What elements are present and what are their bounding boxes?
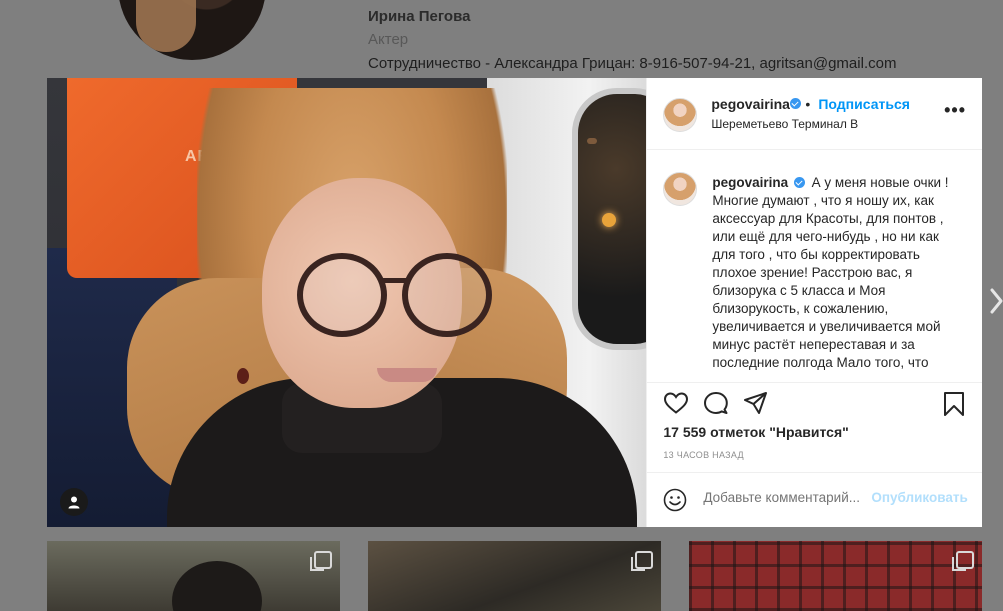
post-header: pegovairina • Подписаться Шереметьево Те…: [647, 78, 982, 150]
post-photo[interactable]: AE: [47, 78, 647, 527]
verified-badge-icon: [790, 98, 802, 109]
user-tag-icon: [68, 496, 80, 509]
author-username[interactable]: pegovairina: [711, 96, 790, 112]
caption-verified-badge-icon: [793, 177, 805, 188]
emoji-icon[interactable]: [663, 488, 687, 512]
multi-photo-icon: [952, 551, 974, 571]
caption: pegovairina А у меня новые очки ! Многие…: [712, 174, 962, 372]
caption-text: А у меня новые очки ! Многие думают , чт…: [712, 175, 949, 370]
bookmark-icon[interactable]: [943, 391, 965, 417]
window-light-small: [587, 138, 597, 144]
post-actions: 17 559 отметок "Нравится" 13 ЧАСОВ НАЗАД: [647, 383, 982, 473]
user-tag-button[interactable]: [60, 488, 88, 516]
author-avatar[interactable]: [663, 98, 698, 132]
profile-name: Ирина Пегова: [368, 8, 471, 25]
glasses-bridge: [381, 278, 407, 283]
follow-button[interactable]: Подписаться: [818, 96, 910, 112]
mouth: [377, 368, 437, 382]
heart-icon[interactable]: [663, 391, 689, 415]
more-options-button[interactable]: •••: [944, 100, 966, 121]
window-light: [602, 213, 616, 227]
profile-avatar: [118, 0, 266, 60]
publish-button[interactable]: Опубликовать: [871, 490, 967, 505]
grid-post-thumbnail[interactable]: [689, 541, 982, 611]
share-icon[interactable]: [743, 391, 769, 415]
profile-bio: Сотрудничество - Александра Грицан: 8-91…: [368, 55, 897, 72]
caption-area: pegovairina А у меня новые очки ! Многие…: [647, 150, 983, 383]
grid-post-thumbnail[interactable]: [47, 541, 340, 611]
profile-role: Актер: [368, 31, 409, 48]
grid-post-thumbnail[interactable]: [368, 541, 661, 611]
header-separator: •: [805, 96, 811, 112]
glasses-left-lens: [297, 253, 387, 337]
post-time[interactable]: 13 ЧАСОВ НАЗАД: [663, 450, 744, 460]
next-arrow-icon[interactable]: [988, 288, 1003, 314]
post-location[interactable]: Шереметьево Терминал B: [711, 117, 858, 131]
post-modal: AE pegovairina • Подписаться: [47, 78, 983, 528]
caption-username[interactable]: pegovairina: [712, 175, 788, 190]
likes-count[interactable]: 17 559 отметок "Нравится": [663, 424, 848, 440]
post-side-panel: pegovairina • Подписаться Шереметьево Те…: [646, 78, 983, 528]
glasses-right-lens: [402, 253, 492, 337]
caption-avatar[interactable]: [663, 172, 698, 206]
comment-bar: Опубликовать: [647, 472, 983, 528]
comment-icon[interactable]: [703, 391, 729, 415]
earring: [237, 368, 249, 384]
thumbnail-subject: [172, 561, 262, 611]
multi-photo-icon: [631, 551, 653, 571]
comment-input[interactable]: [703, 490, 872, 505]
multi-photo-icon: [310, 551, 332, 571]
